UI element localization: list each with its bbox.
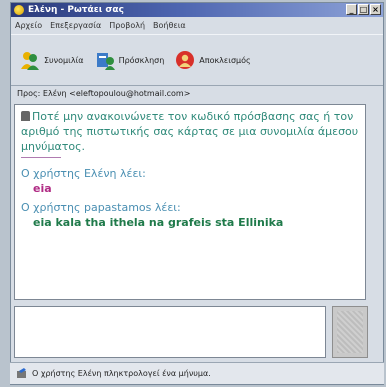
security-warning: Ποτέ μην ανακοινώνετε τον κωδικό πρόσβασ… (21, 109, 359, 154)
chat-label: Συνομιλία (44, 55, 84, 65)
invite-button[interactable]: Πρόσκληση (94, 49, 165, 71)
block-label: Αποκλεισμός (199, 55, 251, 65)
title-bar[interactable]: Ελένη - Ρωτάει σας _ □ × (11, 3, 383, 17)
menu-bar: Αρχείο Επεξεργασία Προβολή Βοήθεια (11, 18, 383, 32)
to-line: Προς: Ελένη <eleftopoulou@hotmail.com> (17, 89, 191, 98)
compose-input[interactable] (14, 306, 326, 358)
chat-history[interactable]: Ποτέ μην ανακοινώνετε τον κωδικό πρόσβασ… (14, 104, 366, 300)
messenger-icon (14, 5, 24, 15)
invite-label: Πρόσκληση (118, 55, 165, 65)
status-bar: Ο χρήστης Ελένη πληκτρολογεί ένα μήνυμα. (10, 362, 384, 384)
message-header: Ο χρήστης papastamos λέει: (21, 201, 181, 214)
toolbar: Συνομιλία Πρόσκληση Αποκλεισμός (11, 34, 383, 86)
warning-text: Ποτέ μην ανακοινώνετε τον κωδικό πρόσβασ… (21, 110, 359, 153)
status-text: Ο χρήστης Ελένη πληκτρολογεί ένα μήνυμα. (32, 369, 211, 378)
typing-icon (17, 367, 26, 378)
chat-people-icon (21, 52, 39, 70)
chat-button[interactable]: Συνομιλία (19, 49, 84, 71)
window-title: Ελένη - Ρωτάει σας (28, 5, 124, 15)
close-button[interactable]: × (370, 4, 381, 15)
menu-help[interactable]: Βοήθεια (153, 21, 186, 30)
message-text: eia kala tha ithela na grafeis sta Ellin… (33, 216, 284, 229)
message-text: eia (33, 182, 52, 195)
divider (21, 157, 61, 158)
info-icon (21, 111, 30, 121)
send-button[interactable] (332, 306, 368, 358)
maximize-button[interactable]: □ (358, 4, 369, 15)
menu-file[interactable]: Αρχείο (15, 21, 42, 30)
menu-view[interactable]: Προβολή (109, 21, 145, 30)
message-header: Ο χρήστης Ελένη λέει: (21, 167, 146, 180)
minimize-button[interactable]: _ (346, 4, 357, 15)
block-icon (176, 51, 195, 69)
menu-edit[interactable]: Επεξεργασία (50, 21, 101, 30)
block-button[interactable]: Αποκλεισμός (174, 49, 251, 71)
invite-icon (96, 53, 115, 70)
